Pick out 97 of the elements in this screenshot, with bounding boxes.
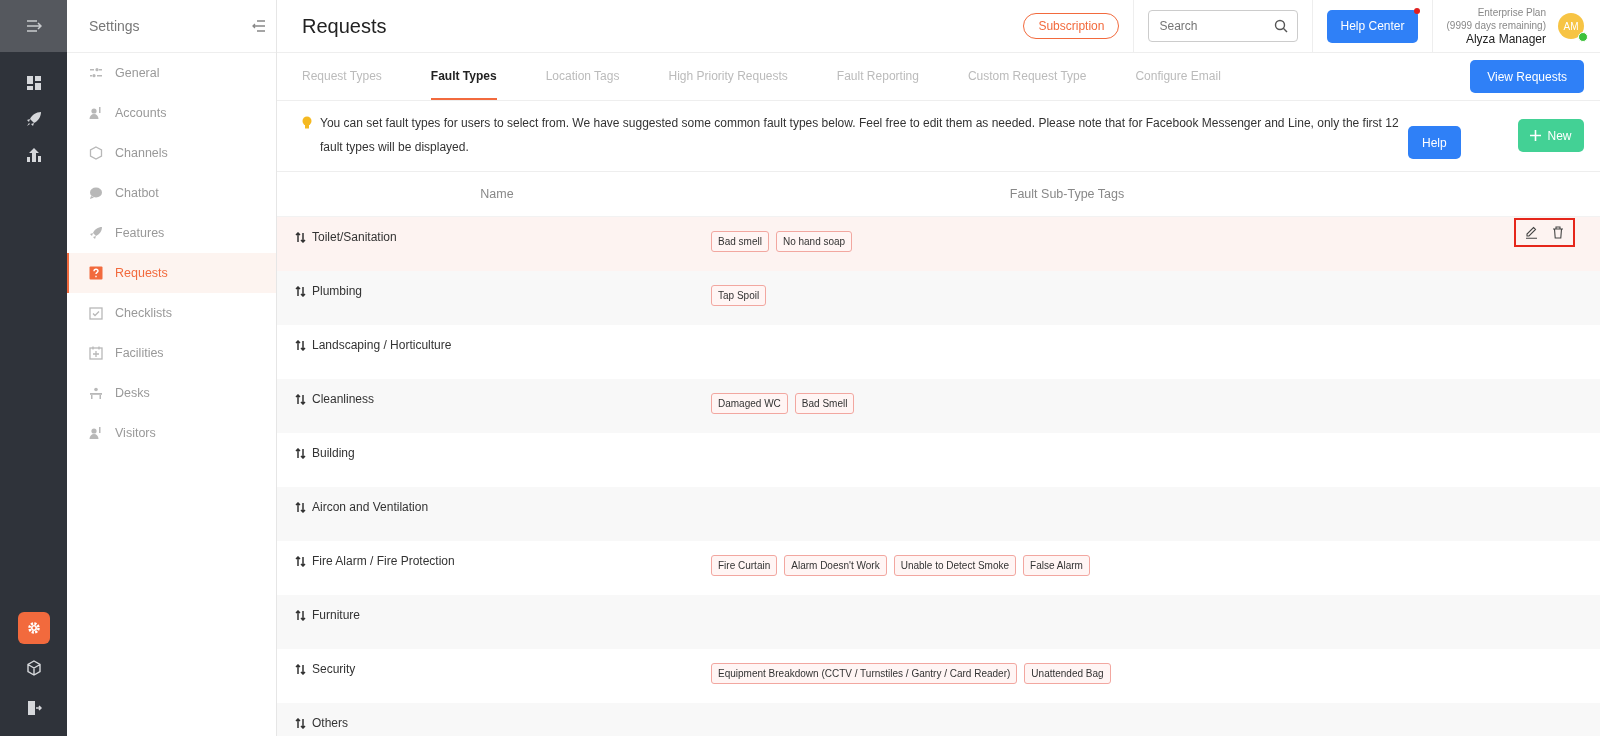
tag: Alarm Doesn't Work — [784, 555, 887, 576]
tag: Equipment Breakdown (CCTV / Turnstiles / Gantry / Card Reader) — [711, 663, 1018, 684]
fault-type-name: Toilet/Sanitation — [312, 230, 397, 244]
reorder-icon[interactable] — [295, 447, 306, 459]
rocket-icon[interactable] — [25, 111, 42, 127]
tab[interactable]: Location Tags — [545, 53, 620, 100]
column-header: Name — [479, 187, 515, 201]
gear-icon — [25, 620, 42, 636]
tag: False Alarm — [1023, 555, 1090, 576]
fault-type-name: Others — [312, 716, 348, 730]
settings-button[interactable] — [17, 612, 50, 644]
bar-chart-icon[interactable] — [25, 147, 42, 163]
sliders-icon — [89, 66, 103, 80]
tab[interactable]: Fault Types — [430, 53, 497, 100]
tag: Unable to Detect Smoke — [893, 555, 1017, 576]
table-row[interactable]: Others — [277, 703, 1600, 736]
cube-icon — [89, 146, 103, 160]
table-row[interactable]: Cleanliness Damaged WC Bad Smell — [277, 379, 1600, 433]
dashboard-icon[interactable] — [25, 75, 42, 91]
search-icon[interactable] — [1274, 19, 1289, 33]
fault-type-name: Landscaping / Horticulture — [312, 338, 452, 352]
sidebar-item[interactable]: Channels — [67, 133, 276, 173]
fault-type-name: Plumbing — [312, 284, 363, 298]
question-icon — [89, 266, 103, 280]
table-row[interactable]: Furniture — [277, 595, 1600, 649]
sidebar-title: Settings — [89, 18, 140, 34]
notice-text: You can set fault types for users to select from. We have suggested some common fault types below. Feel free to edit them as needed. Please note that for Facebook Messenger and Line, only the first 12 fault types will be displayed. — [320, 115, 1400, 156]
sidebar-item[interactable]: Desks — [67, 373, 276, 413]
tab[interactable]: Fault Reporting — [836, 53, 919, 100]
logout-icon — [25, 700, 42, 716]
chat-bubble-icon — [89, 186, 103, 200]
user-avatar[interactable]: AM — [1558, 13, 1584, 39]
reorder-icon[interactable] — [295, 609, 306, 621]
view-requests-button[interactable]: View Requests — [1470, 60, 1584, 93]
reorder-icon[interactable] — [295, 501, 306, 513]
plan-name: Enterprise Plan — [1477, 5, 1546, 19]
collapse-sidebar-icon[interactable] — [252, 20, 266, 32]
people-icon — [89, 426, 103, 440]
reorder-icon[interactable] — [295, 231, 306, 243]
new-button[interactable]: New — [1518, 119, 1584, 152]
fault-type-name: Cleanliness — [312, 392, 375, 406]
desk-icon — [89, 386, 103, 400]
cube-icon — [25, 660, 42, 676]
fault-type-name: Aircon and Ventilation — [312, 500, 429, 514]
sidebar-item[interactable]: Facilities — [67, 333, 276, 373]
table-row[interactable]: Security Equipment Breakdown (CCTV / Turnstiles / Gantry / Card Reader) Unattended Bag — [277, 649, 1600, 703]
user-name: Alyza Manager — [1465, 31, 1546, 47]
table-row[interactable]: Fire Alarm / Fire Protection Fire Curtain Alarm Doesn't Work Unable to Detect Smoke False Alarm — [277, 541, 1600, 595]
tag: Bad Smell — [794, 393, 855, 414]
tag: Bad smell — [711, 231, 769, 252]
table-row[interactable]: Plumbing Tap Spoil — [277, 271, 1600, 325]
reorder-icon[interactable] — [295, 339, 306, 351]
sidebar-item[interactable]: General — [67, 53, 276, 93]
tag: Tap Spoil — [711, 285, 767, 306]
sidebar-item[interactable]: Requests — [67, 253, 276, 293]
fault-type-name: Security — [312, 662, 356, 676]
sidebar-item[interactable]: Features — [67, 213, 276, 253]
column-header: Fault Sub-Type Tags — [1008, 187, 1126, 201]
search-field[interactable]: Search — [1148, 10, 1299, 42]
sidebar-item[interactable]: Visitors — [67, 413, 276, 453]
checklist-icon — [89, 306, 103, 320]
rocket-icon — [89, 226, 103, 240]
tab[interactable]: Configure Email — [1135, 53, 1221, 100]
subscription-button[interactable]: Subscription — [1023, 13, 1120, 39]
days-remaining: (9999 days remaining) — [1446, 18, 1546, 32]
tag: Fire Curtain — [711, 555, 778, 576]
table-row[interactable]: Aircon and Ventilation — [277, 487, 1600, 541]
edit-icon[interactable] — [1525, 226, 1538, 239]
page-title: Requests — [302, 14, 387, 38]
help-center-button[interactable]: Help Center — [1327, 9, 1418, 43]
sidebar-item[interactable]: Checklists — [67, 293, 276, 333]
lightbulb-icon — [302, 116, 312, 130]
tab[interactable]: Custom Request Type — [967, 53, 1087, 100]
tag: Unattended Bag — [1024, 663, 1111, 684]
reorder-icon[interactable] — [295, 555, 306, 567]
sidebar-item[interactable]: Chatbot — [67, 173, 276, 213]
table-row[interactable]: Building — [277, 433, 1600, 487]
help-button[interactable]: Help — [1408, 126, 1461, 159]
sidebar-item[interactable]: Accounts — [67, 93, 276, 133]
people-icon — [89, 106, 103, 120]
fault-type-name: Furniture — [312, 608, 361, 622]
table-row[interactable]: Toilet/Sanitation Bad smell No hand soap — [277, 217, 1600, 271]
reorder-icon[interactable] — [295, 393, 306, 405]
tab[interactable]: High Priority Requests — [668, 53, 788, 100]
reorder-icon[interactable] — [295, 717, 306, 729]
tab[interactable]: Request Types — [302, 53, 382, 100]
expand-menu-icon[interactable] — [25, 19, 42, 33]
plus-icon — [1530, 130, 1542, 141]
calendar-icon — [89, 346, 103, 360]
reorder-icon[interactable] — [295, 663, 306, 675]
table-row[interactable]: Landscaping / Horticulture — [277, 325, 1600, 379]
fault-type-name: Building — [312, 446, 355, 460]
delete-icon[interactable] — [1552, 226, 1564, 239]
tag: Damaged WC — [711, 393, 788, 414]
fault-type-name: Fire Alarm / Fire Protection — [312, 554, 455, 568]
tag: No hand soap — [775, 231, 853, 252]
reorder-icon[interactable] — [295, 285, 306, 297]
